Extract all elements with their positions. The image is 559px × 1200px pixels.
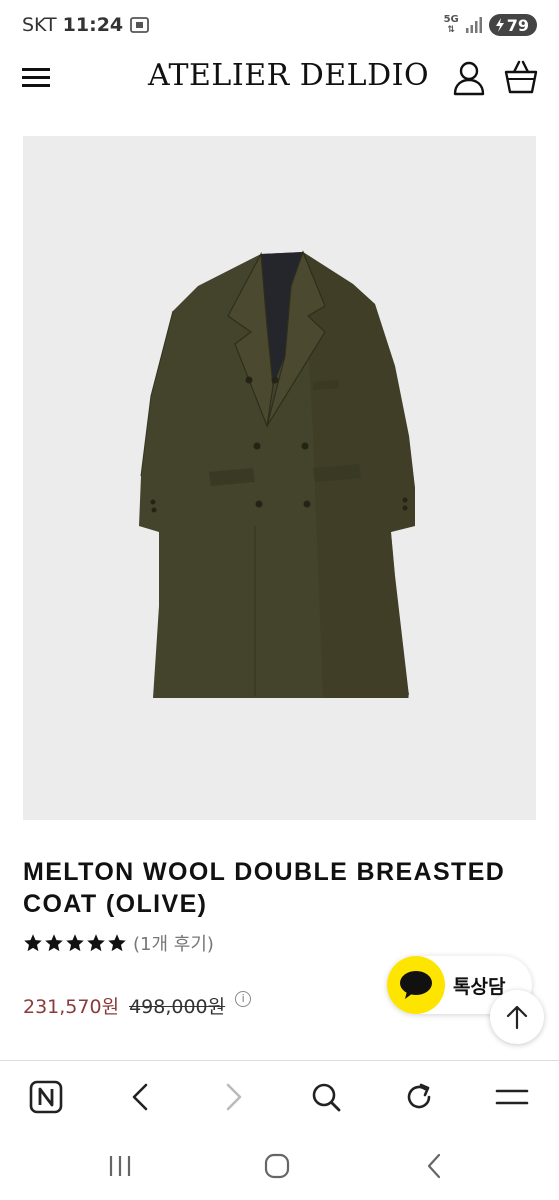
menu-icon[interactable]: [22, 66, 52, 90]
clock: 11:24: [62, 14, 124, 36]
system-navigation-bar: [0, 1132, 559, 1200]
recent-apps-button[interactable]: [98, 1146, 142, 1186]
status-bar: SKT 11:24 5G ⇅ 79: [0, 0, 559, 50]
network-type-label: 5G: [443, 14, 459, 25]
browser-reload-button[interactable]: [397, 1075, 441, 1119]
browser-forward-button[interactable]: [212, 1075, 256, 1119]
status-right: 5G ⇅ 79: [444, 14, 537, 36]
carrier-label: SKT: [22, 14, 57, 36]
user-icon[interactable]: [452, 60, 486, 96]
browser-menu-button[interactable]: [490, 1075, 534, 1119]
recent-apps-icon: [109, 1156, 131, 1176]
network-type-icon: 5G ⇅: [443, 14, 459, 36]
forward-icon: [226, 1083, 242, 1111]
star-icon: [45, 934, 63, 952]
star-rating: [23, 933, 127, 953]
kakao-talk-icon: [387, 956, 445, 1014]
product-image[interactable]: [23, 136, 536, 820]
original-price: 498,000원: [129, 996, 226, 1018]
price-row: 231,570원 498,000원 i: [23, 990, 252, 1019]
reload-icon: [407, 1083, 431, 1109]
back-icon: [132, 1083, 148, 1111]
menu-icon: [495, 1089, 529, 1105]
brand-logo[interactable]: ATELIER DELDIO: [148, 58, 429, 93]
naver-icon: [29, 1080, 63, 1114]
sale-price: 231,570원: [23, 996, 120, 1018]
home-icon: [264, 1153, 290, 1179]
star-icon: [108, 934, 126, 952]
star-icon: [66, 934, 84, 952]
status-left: SKT 11:24: [22, 14, 151, 36]
star-icon: [87, 934, 105, 952]
back-icon: [427, 1153, 441, 1179]
arrow-up-icon: [506, 1005, 528, 1030]
kakao-chat-label: 톡상담: [453, 975, 506, 998]
product-title: MELTON WOOL DOUBLE BREASTED COAT (OLIVE): [23, 858, 506, 918]
system-back-button[interactable]: [412, 1146, 456, 1186]
speech-bubble-icon: [400, 971, 432, 999]
search-icon: [312, 1083, 341, 1112]
cart-icon[interactable]: [502, 58, 540, 96]
battery-indicator: 79: [488, 14, 537, 36]
battery-level: 79: [506, 15, 529, 35]
browser-back-button[interactable]: [118, 1075, 162, 1119]
info-icon[interactable]: i: [235, 990, 252, 1007]
home-button[interactable]: [255, 1146, 299, 1186]
star-icon: [24, 934, 42, 952]
naver-button[interactable]: [24, 1075, 68, 1119]
site-header: ATELIER DELDIO: [0, 50, 559, 108]
rating-row[interactable]: (1개 후기): [23, 930, 214, 956]
signal-icon: [465, 17, 482, 33]
review-count[interactable]: (1개 후기): [133, 930, 214, 956]
charging-icon: [495, 18, 504, 32]
scroll-to-top-button[interactable]: [490, 990, 544, 1044]
coat-illustration: [139, 250, 415, 698]
screenshot-notification-icon: [130, 17, 150, 33]
browser-toolbar: [0, 1060, 559, 1132]
browser-search-button[interactable]: [304, 1075, 348, 1119]
